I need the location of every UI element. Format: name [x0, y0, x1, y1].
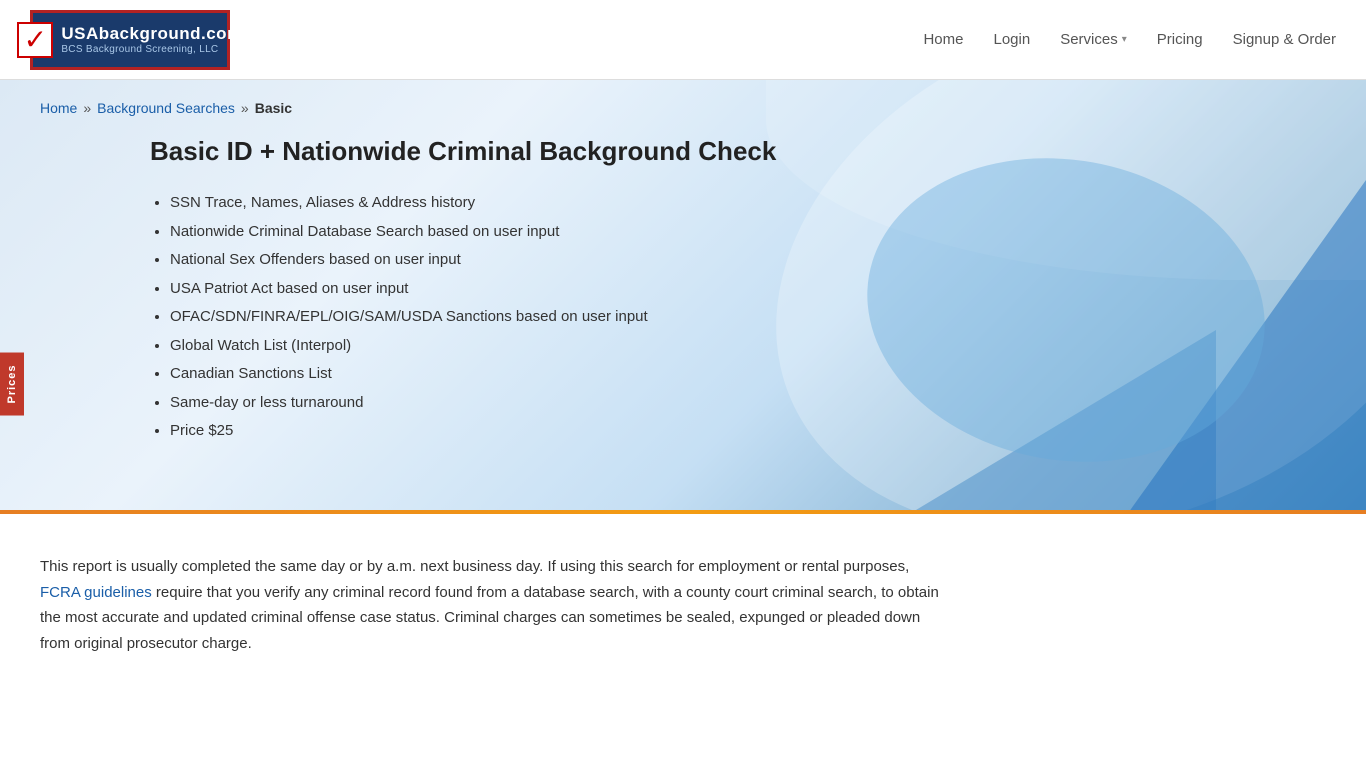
list-item: National Sex Offenders based on user inp…	[170, 246, 1326, 275]
fcra-link[interactable]: FCRA guidelines	[40, 584, 152, 601]
list-item: Global Watch List (Interpol)	[170, 332, 1326, 361]
nav-services[interactable]: Services ▾	[1060, 31, 1127, 48]
feature-list: SSN Trace, Names, Aliases & Address hist…	[40, 189, 1326, 446]
breadcrumb-home[interactable]: Home	[40, 100, 77, 116]
logo-checkmark: ✓	[17, 22, 53, 58]
list-item: Price $25	[170, 417, 1326, 446]
logo-text-sub: BCS Background Screening, LLC	[61, 44, 242, 55]
nav-signup[interactable]: Signup & Order	[1233, 31, 1336, 48]
nav-services-label: Services	[1060, 31, 1118, 48]
nav-home[interactable]: Home	[923, 31, 963, 48]
list-item: SSN Trace, Names, Aliases & Address hist…	[170, 189, 1326, 218]
breadcrumb-sep-1: »	[83, 100, 91, 116]
breadcrumb-current: Basic	[255, 100, 292, 116]
logo-text-main: USAbackground.com	[61, 24, 242, 44]
content-section: This report is usually completed the sam…	[0, 514, 1366, 696]
main-nav: Home Login Services ▾ Pricing Signup & O…	[923, 31, 1336, 48]
logo-area: ✓ USAbackground.com BCS Background Scree…	[30, 10, 230, 70]
hero-section: Home » Background Searches » Basic Basic…	[0, 80, 1366, 510]
breadcrumb: Home » Background Searches » Basic	[40, 100, 1326, 116]
nav-pricing[interactable]: Pricing	[1157, 31, 1203, 48]
page-title: Basic ID + Nationwide Criminal Backgroun…	[150, 136, 1326, 167]
list-item: Canadian Sanctions List	[170, 360, 1326, 389]
prices-tab-button[interactable]: Prices	[0, 352, 24, 415]
hero-content: Home » Background Searches » Basic Basic…	[0, 80, 1366, 476]
breadcrumb-background-searches[interactable]: Background Searches	[97, 100, 235, 116]
logo-box[interactable]: ✓ USAbackground.com BCS Background Scree…	[30, 10, 230, 70]
content-text-before: This report is usually completed the sam…	[40, 558, 909, 575]
chevron-down-icon: ▾	[1122, 34, 1127, 45]
list-item: Same-day or less turnaround	[170, 389, 1326, 418]
content-text-after: require that you verify any criminal rec…	[40, 584, 939, 652]
prices-sidebar: Prices	[0, 352, 24, 415]
logo-text-area: USAbackground.com BCS Background Screeni…	[61, 24, 242, 55]
list-item: OFAC/SDN/FINRA/EPL/OIG/SAM/USDA Sanction…	[170, 303, 1326, 332]
list-item: Nationwide Criminal Database Search base…	[170, 218, 1326, 247]
site-header: ✓ USAbackground.com BCS Background Scree…	[0, 0, 1366, 80]
breadcrumb-sep-2: »	[241, 100, 249, 116]
list-item: USA Patriot Act based on user input	[170, 275, 1326, 304]
nav-login[interactable]: Login	[993, 31, 1030, 48]
content-paragraph: This report is usually completed the sam…	[40, 554, 940, 656]
